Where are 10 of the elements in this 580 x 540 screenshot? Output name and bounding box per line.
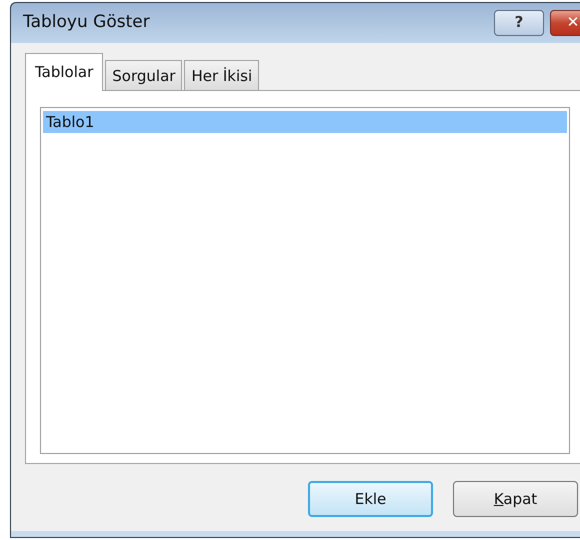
tab[interactable]: Tablolar: [25, 52, 104, 91]
close-button[interactable]: ✕: [550, 10, 580, 36]
window-title: Tabloyu Göster: [23, 11, 151, 34]
tab[interactable]: Her İkisi: [184, 60, 260, 90]
list-item[interactable]: Tablo1: [43, 111, 567, 133]
help-button[interactable]: ?: [494, 10, 544, 36]
dialog-button[interactable]: Kapat: [453, 481, 578, 517]
default-button[interactable]: Ekle: [308, 481, 433, 517]
table-list[interactable]: Tablo1: [40, 107, 570, 454]
tab[interactable]: Sorgular: [105, 60, 182, 90]
